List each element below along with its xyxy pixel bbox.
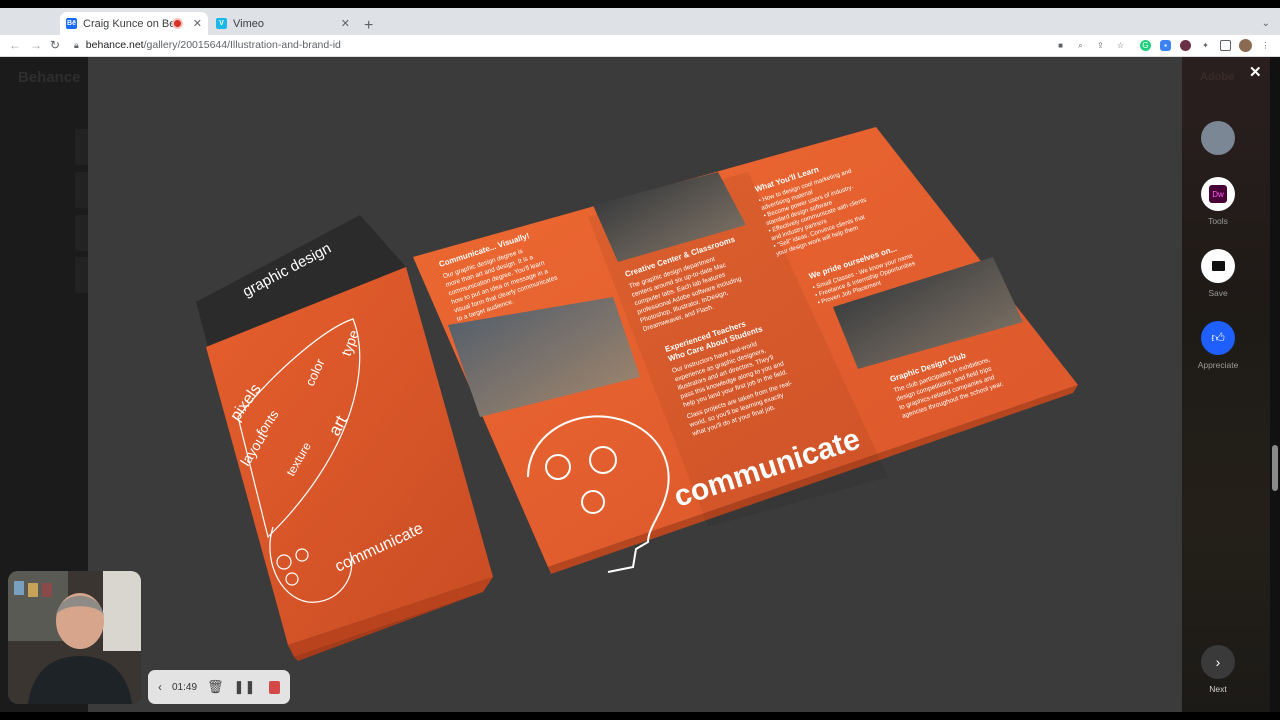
appreciate-label: Appreciate [1197, 360, 1239, 370]
chevron-right-icon: › [1201, 645, 1235, 679]
tab-title: Vimeo [233, 17, 264, 30]
behance-logo: Behance [18, 69, 81, 86]
url-field[interactable]: 🔒︎ behance.net/gallery/20015644/Illustra… [74, 39, 341, 51]
open-brochure: Communicate... Visually! Our graphic des… [413, 127, 1078, 574]
screen: Bē Craig Kunce on Behance ✕ V Vimeo ✕ + … [0, 0, 1280, 720]
sidepanel-icon[interactable] [1220, 40, 1231, 51]
behance-page: Behance Adobe graphic design pixels font… [0, 57, 1270, 712]
behance-favicon-icon: Bē [66, 18, 77, 29]
page-scrollbar[interactable] [1270, 57, 1280, 712]
record-extension-icon[interactable] [1180, 40, 1191, 51]
scrollbar-thumb[interactable] [1272, 445, 1278, 491]
new-tab-button[interactable]: + [364, 17, 373, 35]
background-thumb [75, 257, 89, 293]
url-path: /gallery/20015644/Illustration-and-brand… [143, 39, 341, 51]
lock-icon: 🔒︎ [74, 39, 79, 50]
close-viewer-icon[interactable]: ✕ [1249, 63, 1262, 81]
next-button[interactable]: › Next [1200, 645, 1236, 694]
thumbs-up-icon: 👍︎ [1201, 321, 1235, 355]
stop-recording-icon[interactable] [269, 680, 280, 694]
tab-title: Craig Kunce on Behance [83, 17, 174, 30]
vimeo-favicon-icon: V [216, 18, 227, 29]
reload-icon[interactable]: ↻ [50, 38, 60, 52]
pause-icon[interactable]: ❚❚ [234, 679, 256, 695]
tab-vimeo[interactable]: V Vimeo ✕ [210, 12, 356, 35]
save-button[interactable]: Save [1200, 249, 1236, 298]
tools-circle: Dw [1201, 177, 1235, 211]
menu-kebab-icon[interactable]: ⋮ [1260, 40, 1271, 51]
owner-avatar [1201, 121, 1235, 155]
share-icon[interactable]: ⇪ [1095, 40, 1106, 51]
save-circle [1201, 249, 1235, 283]
tab-behance[interactable]: Bē Craig Kunce on Behance ✕ [60, 12, 208, 35]
project-image-viewer: graphic design pixels fonts layout color… [88, 57, 1182, 712]
recording-time: 01:49 [172, 681, 198, 693]
background-thumb [75, 172, 89, 208]
profile-avatar[interactable] [1239, 39, 1252, 52]
camera-icon[interactable]: ■ [1055, 40, 1066, 51]
tools-button[interactable]: Dw Tools [1200, 177, 1236, 226]
appreciate-button[interactable]: 👍︎ Appreciate [1197, 321, 1239, 370]
save-label: Save [1208, 288, 1228, 298]
brochure-image: graphic design pixels fonts layout color… [196, 127, 1078, 661]
extension-icon[interactable]: ▪ [1160, 40, 1171, 51]
bookmark-star-icon[interactable]: ☆ [1115, 40, 1126, 51]
next-label: Next [1209, 684, 1227, 694]
tab-strip: Bē Craig Kunce on Behance ✕ V Vimeo ✕ + … [0, 8, 1280, 35]
recording-indicator-icon [173, 20, 181, 27]
close-tab-icon[interactable]: ✕ [193, 17, 202, 30]
background-thumb [75, 129, 89, 165]
webcam-overlay [8, 571, 141, 704]
background-artwork [1182, 57, 1270, 712]
adobe-logo: Adobe [1200, 71, 1235, 83]
owner-avatar-button[interactable] [1200, 121, 1236, 155]
tab-search-icon[interactable]: ⌄ [1262, 18, 1270, 29]
folder-icon [1211, 261, 1225, 271]
zoom-icon[interactable]: ⌕ [1075, 40, 1086, 51]
recording-controls: ‹ 01:49 🗑︎ ❚❚ [148, 670, 290, 704]
grammarly-icon[interactable]: G [1140, 40, 1151, 51]
back-icon[interactable]: ← [9, 38, 21, 52]
forward-icon[interactable]: → [30, 38, 42, 52]
puzzle-icon[interactable]: ✦ [1200, 40, 1211, 51]
url-host: behance.net [85, 39, 144, 51]
background-thumb [75, 215, 89, 251]
close-tab-icon[interactable]: ✕ [341, 17, 350, 30]
trash-icon[interactable]: 🗑︎ [207, 679, 224, 695]
tools-label: Tools [1208, 216, 1228, 226]
address-bar: ← → ↻ 🔒︎ behance.net/gallery/20015644/Il… [0, 35, 1280, 57]
collapse-icon[interactable]: ‹ [158, 680, 162, 694]
dreamweaver-icon: Dw [1209, 185, 1227, 203]
